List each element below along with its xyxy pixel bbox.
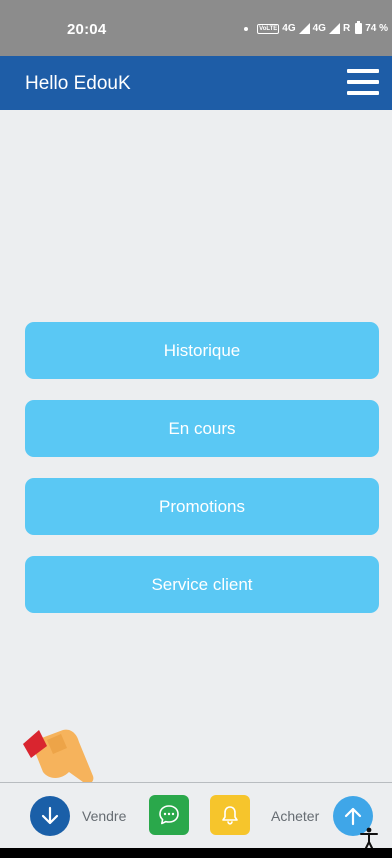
notifications-button[interactable] bbox=[210, 795, 250, 835]
battery-icon bbox=[355, 21, 363, 34]
historique-label: Historique bbox=[163, 340, 241, 360]
menu-line bbox=[347, 69, 379, 73]
volte-badge: VoLTE bbox=[257, 23, 280, 34]
app-title: Hello EdouK bbox=[25, 73, 131, 94]
promotions-button[interactable]: Promotions bbox=[25, 478, 379, 535]
signal-strength-icon-2 bbox=[328, 23, 340, 34]
network-type-2: 4G bbox=[312, 23, 326, 34]
arrow-up-icon bbox=[344, 807, 362, 826]
vendre-button[interactable] bbox=[30, 796, 70, 836]
menu-line bbox=[347, 91, 379, 95]
service-client-button[interactable]: Service client bbox=[25, 556, 379, 613]
chat-bubble-icon bbox=[159, 805, 179, 825]
notification-dot-icon bbox=[244, 26, 249, 31]
status-bar: 20:04 VoLTE 4G 4G R 74 % bbox=[0, 0, 392, 56]
acheter-label[interactable]: Acheter bbox=[271, 808, 319, 824]
roaming-indicator: R bbox=[342, 23, 351, 34]
system-nav-bar bbox=[0, 848, 392, 858]
signal-strength-icon bbox=[298, 23, 310, 34]
battery-level: 74 % bbox=[365, 23, 388, 34]
chat-button[interactable] bbox=[149, 795, 189, 835]
promotions-label: Promotions bbox=[159, 496, 245, 516]
status-time: 20:04 bbox=[67, 21, 107, 38]
app-bar: Hello EdouK bbox=[0, 56, 392, 110]
status-indicators: VoLTE 4G 4G R 74 % bbox=[244, 21, 388, 34]
vendre-label[interactable]: Vendre bbox=[82, 808, 126, 824]
service-client-label: Service client bbox=[151, 574, 253, 594]
historique-button[interactable]: Historique bbox=[25, 322, 379, 379]
hamburger-menu-icon[interactable] bbox=[347, 69, 379, 97]
network-type-1: 4G bbox=[282, 23, 296, 34]
en-cours-button[interactable]: En cours bbox=[25, 400, 379, 457]
menu-line bbox=[347, 80, 379, 84]
arrow-down-icon bbox=[41, 806, 59, 825]
en-cours-label: En cours bbox=[168, 418, 236, 438]
bottom-bar: Vendre Acheter bbox=[0, 782, 392, 848]
bell-icon bbox=[222, 806, 238, 825]
